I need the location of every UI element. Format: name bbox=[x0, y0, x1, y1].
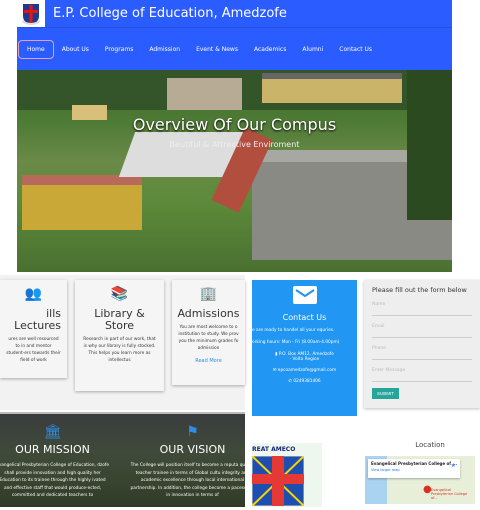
map-embed[interactable]: Evangelical Presbyterian College of ... … bbox=[365, 456, 475, 504]
star-icon[interactable]: ★ bbox=[451, 462, 456, 469]
flag-icon: ⚑ bbox=[186, 424, 199, 440]
contact-form: Please fill out the form below Name Emai… bbox=[364, 280, 480, 408]
contact-text: e are ready to handel all your equries. bbox=[252, 328, 335, 333]
email: ✉ epcoamedzofe@gmail.com bbox=[252, 368, 357, 373]
mission-title: OUR MISSION bbox=[15, 443, 90, 456]
nav-academics[interactable]: Academics bbox=[246, 40, 294, 59]
contact-panel: Contact Us e are ready to handel all you… bbox=[252, 280, 357, 416]
form-heading: Please fill out the form below bbox=[372, 286, 467, 294]
card-text: Research in part of our work, that is wh… bbox=[83, 337, 156, 363]
name-input[interactable]: Name bbox=[372, 294, 472, 316]
mission-block: 🏛 OUR MISSION Evangelical Presbyterian C… bbox=[0, 424, 110, 500]
nav-admission[interactable]: Admission bbox=[141, 40, 188, 59]
submit-button[interactable]: SUBMIT bbox=[372, 388, 399, 399]
vision-title: OUR VISION bbox=[159, 443, 226, 456]
library-books-icon: 📚 bbox=[110, 286, 129, 302]
address: ▮ P.O. Box AM12, Amedzofe - Volta Region bbox=[252, 352, 357, 362]
main-nav: Home About Us Programs Admission Event &… bbox=[17, 27, 452, 70]
card-admissions: 🏢 Admissions You are most welcome to o i… bbox=[172, 280, 245, 385]
map-info-card: Evangelical Presbyterian College of ... … bbox=[368, 459, 460, 478]
card-title: Library & Store bbox=[94, 307, 145, 332]
hero-subtitle: Beutiful & Attrective Enviroment bbox=[169, 140, 300, 149]
email-value[interactable]: epcoamedzofe@gmail.com bbox=[278, 368, 336, 373]
message-input[interactable]: Enter Message bbox=[372, 360, 472, 382]
site-header: E.P. College of Education, Amedzofe bbox=[17, 0, 452, 27]
nav-about-us[interactable]: About Us bbox=[54, 40, 97, 59]
read-more-link[interactable]: Read More bbox=[172, 358, 245, 365]
hero-banner: Overview Of Our Compus Beutiful & Attrec… bbox=[17, 70, 452, 272]
working-hours: orking hours: Mon - Fri (8.00am-4.00pm) bbox=[252, 340, 340, 345]
nav-contact-us[interactable]: Contact Us bbox=[331, 40, 380, 59]
card-skills-lectures: 👥 ills Lectures ures are well resourced … bbox=[0, 280, 67, 378]
college-logo[interactable] bbox=[17, 0, 45, 27]
address-icon: ▮ bbox=[275, 352, 278, 357]
phone-value: 0249381406 bbox=[293, 379, 321, 384]
map-place-name: Evangelical Presbyterian College of ... bbox=[371, 461, 457, 466]
phone: ✆ 0249381406 bbox=[252, 379, 357, 384]
vision-text: The College will position itself to beco… bbox=[130, 463, 245, 498]
ameco-flag-emblem bbox=[251, 455, 305, 507]
address-region: - Volta Region bbox=[289, 357, 320, 362]
building-icon: 🏢 bbox=[199, 286, 218, 302]
phone-input[interactable]: Phone bbox=[372, 338, 472, 360]
people-icon: 👥 bbox=[24, 286, 43, 302]
card-title: ills Lectures bbox=[14, 307, 61, 332]
envelope-icon bbox=[292, 286, 317, 304]
mission-vision-section: 🏛 OUR MISSION Evangelical Presbyterian C… bbox=[0, 412, 245, 507]
ameco-banner: REAT AMECO bbox=[252, 446, 296, 453]
site-title: E.P. College of Education, Amedzofe bbox=[53, 6, 287, 21]
nav-event-news[interactable]: Event & News bbox=[188, 40, 246, 59]
institution-icon: 🏛 bbox=[43, 424, 62, 440]
card-library-store: 📚 Library & Store Research in part of ou… bbox=[75, 280, 164, 391]
nav-programs[interactable]: Programs bbox=[97, 40, 141, 59]
hero-title: Overview Of Our Compus bbox=[132, 115, 337, 134]
card-title: Admissions bbox=[177, 307, 240, 320]
card-text: You are most welcome to o institution to… bbox=[178, 325, 239, 351]
mail-icon: ✉ bbox=[272, 368, 277, 373]
view-larger-map-link[interactable]: View larger map bbox=[371, 468, 457, 472]
nav-home[interactable]: Home bbox=[18, 39, 54, 59]
contact-title: Contact Us bbox=[282, 313, 327, 322]
mission-text: Evangelical Presbyterian College of Educ… bbox=[0, 463, 110, 498]
location-title: Location bbox=[415, 441, 445, 449]
phone-icon: ✆ bbox=[288, 379, 292, 384]
ameco-image: REAT AMECO bbox=[251, 443, 322, 507]
card-text: ures are well resourced to in and mentor… bbox=[6, 337, 61, 363]
nav-alumni[interactable]: Alumni bbox=[294, 40, 331, 59]
email-input[interactable]: Email bbox=[372, 316, 472, 338]
map-pin-label: Evangelical Presbyterian College of... bbox=[431, 488, 468, 500]
vision-block: ⚑ OUR VISION The College will position i… bbox=[130, 424, 245, 500]
